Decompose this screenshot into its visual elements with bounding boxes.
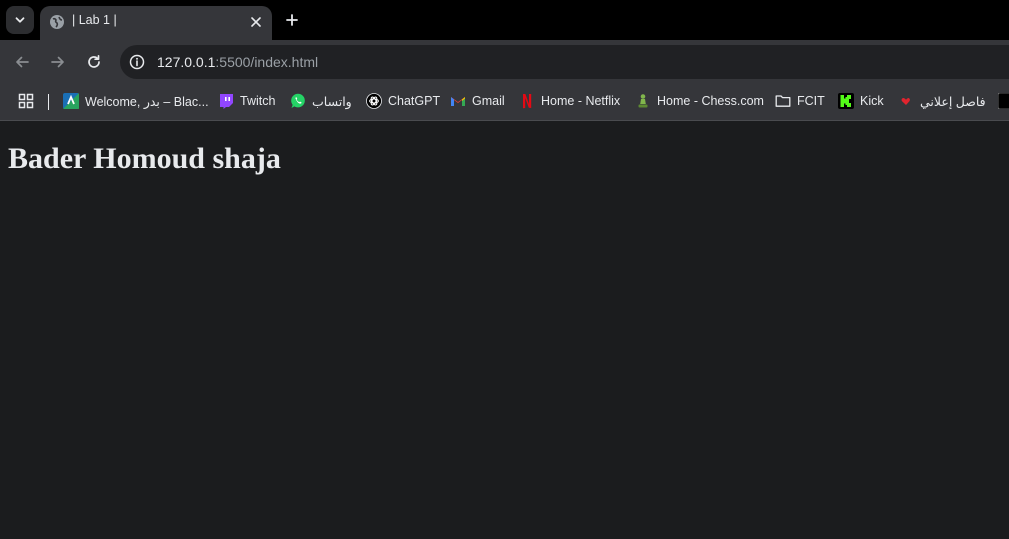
plus-icon <box>286 14 298 26</box>
back-button[interactable] <box>10 50 34 74</box>
bookmarks-separator <box>48 94 49 110</box>
bookmark-kick[interactable]: Kick <box>838 91 884 111</box>
bookmark-chatgpt[interactable]: ChatGPT <box>366 91 440 111</box>
folder-icon <box>775 93 791 109</box>
browser-toolbar: 127.0.0.1:5500/index.html <box>0 40 1009 84</box>
bookmark-fasel[interactable]: فاصل إعلاني <box>898 91 986 111</box>
netflix-icon <box>519 93 535 109</box>
tab-close-button[interactable] <box>246 12 266 32</box>
bookmark-label: واتساب <box>312 94 352 109</box>
bookmark-icon <box>998 93 1009 109</box>
apps-grid-icon <box>18 93 34 109</box>
chatgpt-icon <box>366 93 382 109</box>
url-host: 127.0.0.1 <box>157 54 216 70</box>
bookmark-twitch[interactable]: Twitch <box>218 91 275 111</box>
bookmark-label: فاصل إعلاني <box>920 94 986 109</box>
tab-strip: | Lab 1 | <box>0 0 1009 40</box>
bookmark-netflix[interactable]: Home - Netflix <box>519 91 620 111</box>
url-text: 127.0.0.1:5500/index.html <box>157 54 318 70</box>
bookmark-label: ChatGPT <box>388 94 441 108</box>
bookmarks-bar: Welcome, بدر – Blac... Twitch واتساب Cha… <box>0 84 1009 121</box>
forward-button[interactable] <box>46 50 70 74</box>
bookmark-label: FCIT <box>797 94 825 108</box>
chevron-down-icon <box>15 17 25 23</box>
close-icon <box>251 17 261 27</box>
bookmark-label: Home - Netflix <box>541 94 621 108</box>
bookmark-label: Welcome, بدر – Blac... <box>85 94 209 109</box>
chess-icon <box>635 93 651 109</box>
bookmark-whatsapp[interactable]: واتساب <box>290 91 352 111</box>
bookmark-overflow[interactable] <box>998 91 1009 111</box>
bookmark-label: Twitch <box>240 94 276 108</box>
page-viewport: Bader Homoud shaja <box>0 121 1009 539</box>
gmail-icon <box>450 93 466 109</box>
bookmark-chess[interactable]: Home - Chess.com <box>635 91 764 111</box>
apps-button[interactable] <box>18 91 34 111</box>
whatsapp-icon <box>290 93 306 109</box>
twitch-icon <box>218 93 234 109</box>
bookmark-gmail[interactable]: Gmail <box>450 91 505 111</box>
tab-title: | Lab 1 | <box>72 13 117 27</box>
url-path: :5500/index.html <box>215 54 319 70</box>
new-tab-button[interactable] <box>280 8 304 32</box>
blackboard-icon <box>63 93 79 109</box>
bookmark-blackboard[interactable]: Welcome, بدر – Blac... <box>63 91 209 111</box>
tab-search-button[interactable] <box>6 6 34 34</box>
info-icon <box>129 54 145 70</box>
globe-icon <box>50 15 64 29</box>
address-bar[interactable]: 127.0.0.1:5500/index.html <box>120 45 1009 79</box>
arrow-right-icon <box>51 56 64 68</box>
bookmark-label: Kick <box>860 94 884 108</box>
kick-icon <box>838 93 854 109</box>
site-info-button[interactable] <box>128 53 146 71</box>
bookmark-label: Home - Chess.com <box>657 94 764 108</box>
bookmark-folder-fcit[interactable]: FCIT <box>775 91 825 111</box>
bookmark-label: Gmail <box>472 94 505 108</box>
reload-icon <box>88 54 100 68</box>
page-heading: Bader Homoud shaja <box>8 142 281 175</box>
active-tab[interactable]: | Lab 1 | <box>40 6 272 40</box>
reload-button[interactable] <box>82 50 106 74</box>
heart-icon <box>898 93 914 109</box>
arrow-left-icon <box>16 56 29 68</box>
